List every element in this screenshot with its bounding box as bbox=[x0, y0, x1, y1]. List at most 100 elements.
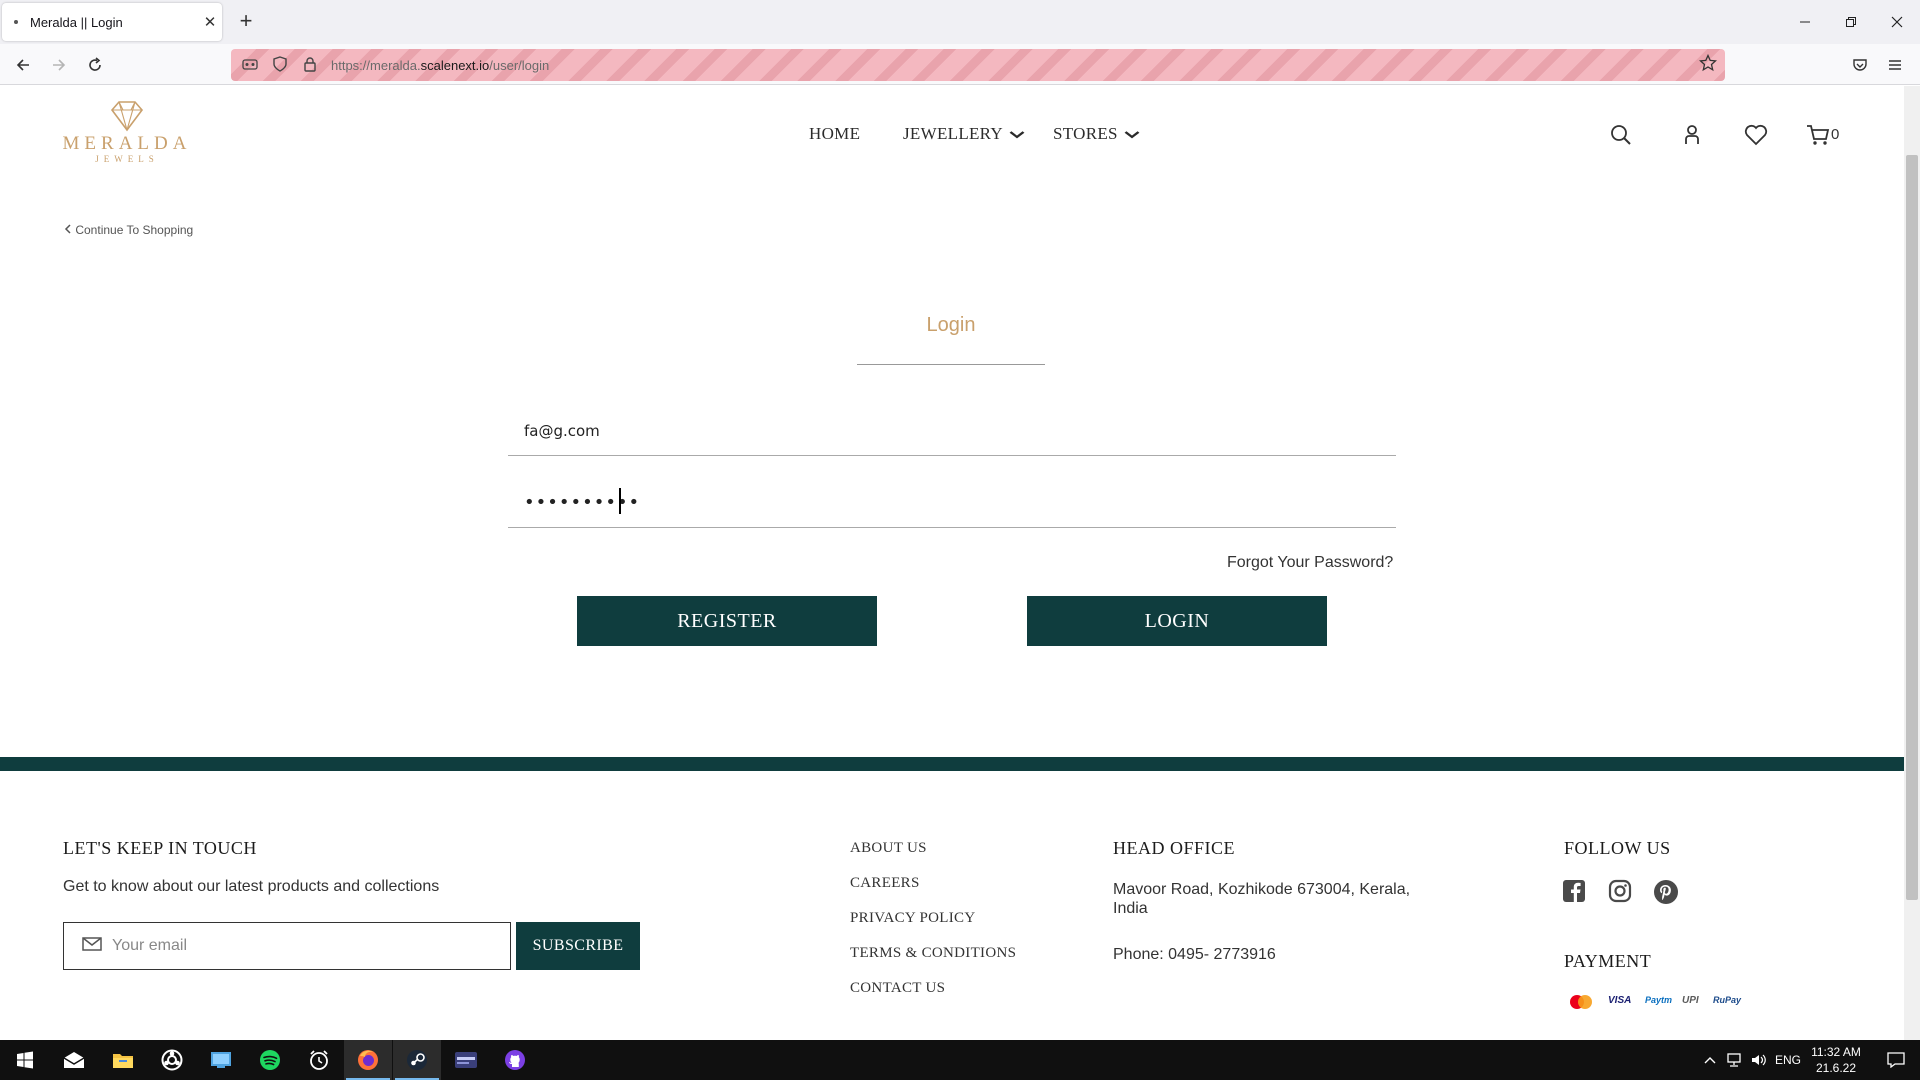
instagram-icon[interactable] bbox=[1608, 879, 1634, 905]
restore-icon[interactable] bbox=[1828, 0, 1874, 44]
register-button[interactable]: REGISTER bbox=[577, 596, 877, 646]
head-office-phone: Phone: 0495- 2773916 bbox=[1113, 946, 1276, 963]
url-prefix: https://meralda. bbox=[331, 57, 421, 73]
chevron-up-icon[interactable] bbox=[1700, 1040, 1720, 1080]
newsletter-email-field[interactable] bbox=[63, 922, 511, 970]
search-icon[interactable] bbox=[1610, 124, 1632, 151]
reload-icon[interactable] bbox=[80, 50, 110, 80]
nav-home[interactable]: HOME bbox=[809, 124, 860, 144]
chevron-down-icon bbox=[1124, 128, 1140, 143]
tab-title: Meralda || Login bbox=[30, 14, 123, 30]
address-bar[interactable]: https://meralda.scalenext.io/user/login bbox=[231, 49, 1725, 81]
bookmark-star-icon[interactable] bbox=[1698, 53, 1718, 77]
steam-icon[interactable] bbox=[393, 1040, 441, 1080]
clock-time: 11:32 AM bbox=[1811, 1045, 1861, 1059]
volume-icon[interactable] bbox=[1748, 1040, 1770, 1080]
remote-desktop-icon[interactable] bbox=[197, 1040, 245, 1080]
clock-date: 21.6.22 bbox=[1815, 1061, 1857, 1075]
url-text[interactable]: https://meralda.scalenext.io/user/login bbox=[331, 58, 549, 73]
upi-logo: UPI bbox=[1682, 995, 1699, 1006]
follow-us-heading: FOLLOW US bbox=[1564, 838, 1671, 858]
window-close-icon[interactable] bbox=[1874, 0, 1920, 44]
windows-taskbar: ENG 11:32 AM 21.6.22 bbox=[0, 1040, 1920, 1080]
menu-icon[interactable] bbox=[1880, 50, 1910, 80]
footer-band bbox=[0, 757, 1904, 771]
nav-home-label: HOME bbox=[809, 124, 861, 143]
url-path: /user/login bbox=[489, 57, 550, 73]
pinterest-icon[interactable] bbox=[1653, 879, 1679, 905]
password-field[interactable] bbox=[508, 478, 1396, 528]
back-icon[interactable] bbox=[8, 50, 38, 80]
nav-jewellery-label: JEWELLERY bbox=[903, 124, 1003, 143]
facebook-icon[interactable] bbox=[1562, 879, 1588, 905]
text-caret bbox=[619, 488, 621, 514]
footer-link-terms[interactable]: TERMS & CONDITIONS bbox=[850, 945, 1016, 962]
forward-icon[interactable] bbox=[44, 50, 74, 80]
tracking-icon[interactable] bbox=[239, 57, 261, 74]
browser-tab-bar: Meralda || Login ✕ + bbox=[0, 0, 1920, 44]
newsletter-email-input[interactable] bbox=[112, 937, 510, 955]
login-button[interactable]: LOGIN bbox=[1027, 596, 1327, 646]
continue-shopping-label: Continue To Shopping bbox=[75, 223, 194, 237]
diamond-logo-icon bbox=[110, 101, 144, 132]
terminal-app-icon[interactable] bbox=[442, 1040, 490, 1080]
browser-tab[interactable]: Meralda || Login ✕ bbox=[2, 3, 222, 41]
minimize-icon[interactable] bbox=[1782, 0, 1828, 44]
paytm-logo: Paytm bbox=[1645, 995, 1673, 1005]
head-office-address: Mavoor Road, Kozhikode 673004, Kerala, I… bbox=[1113, 881, 1411, 917]
mail-icon bbox=[82, 936, 102, 957]
cart-count: 0 bbox=[1831, 126, 1840, 143]
alarm-clock-icon[interactable] bbox=[295, 1040, 343, 1080]
keep-in-touch-heading: LET'S KEEP IN TOUCH bbox=[63, 838, 257, 858]
shield-icon[interactable] bbox=[269, 55, 291, 75]
wishlist-heart-icon[interactable] bbox=[1744, 124, 1768, 151]
visa-logo: VISA bbox=[1608, 995, 1632, 1006]
continue-shopping-link[interactable]: Continue To Shopping bbox=[64, 223, 193, 237]
tab-favicon bbox=[14, 20, 18, 24]
notification-center-icon[interactable] bbox=[1876, 1040, 1916, 1080]
head-office-heading: HEAD OFFICE bbox=[1113, 838, 1236, 858]
chevron-left-icon bbox=[64, 224, 71, 234]
payment-heading: PAYMENT bbox=[1564, 951, 1652, 971]
spotify-icon[interactable] bbox=[246, 1040, 294, 1080]
obs-icon[interactable] bbox=[148, 1040, 196, 1080]
windows-start-icon[interactable] bbox=[1, 1040, 49, 1080]
nav-jewellery[interactable]: JEWELLERY bbox=[903, 124, 1025, 144]
tab-close-icon[interactable]: ✕ bbox=[198, 13, 222, 31]
github-desktop-icon[interactable] bbox=[491, 1040, 539, 1080]
login-title: Login bbox=[926, 314, 976, 336]
url-domain: scalenext.io bbox=[420, 57, 490, 73]
lock-icon[interactable] bbox=[299, 56, 321, 75]
mail-app-icon[interactable] bbox=[50, 1040, 98, 1080]
language-indicator[interactable]: ENG bbox=[1772, 1040, 1804, 1080]
browser-toolbar: https://meralda.scalenext.io/user/login bbox=[0, 44, 1920, 85]
forgot-password-link[interactable]: Forgot Your Password? bbox=[1227, 554, 1393, 572]
page-scrollbar-thumb[interactable] bbox=[1906, 155, 1918, 900]
footer-link-about[interactable]: ABOUT US bbox=[850, 840, 927, 857]
footer-link-privacy[interactable]: PRIVACY POLICY bbox=[850, 910, 975, 927]
keep-in-touch-text: Get to know about our latest products an… bbox=[63, 878, 440, 895]
rupay-logo: RuPay bbox=[1713, 995, 1742, 1005]
new-tab-button[interactable]: + bbox=[232, 8, 260, 36]
taskbar-clock[interactable]: 11:32 AM 21.6.22 bbox=[1806, 1044, 1866, 1076]
password-input[interactable] bbox=[508, 478, 1396, 527]
network-icon[interactable] bbox=[1723, 1040, 1745, 1080]
cart-icon[interactable] bbox=[1806, 124, 1830, 151]
user-icon[interactable] bbox=[1682, 124, 1702, 151]
logo-sub: JEWELS bbox=[95, 154, 159, 164]
logo-name: MERALDA bbox=[62, 133, 192, 154]
mastercard-icon bbox=[1568, 994, 1594, 1013]
footer-link-contact[interactable]: CONTACT US bbox=[850, 980, 945, 997]
footer-link-careers[interactable]: CAREERS bbox=[850, 875, 920, 892]
nav-stores-label: STORES bbox=[1053, 124, 1118, 143]
subscribe-button[interactable]: SUBSCRIBE bbox=[516, 922, 640, 970]
email-input[interactable] bbox=[508, 406, 1396, 455]
nav-stores[interactable]: STORES bbox=[1053, 124, 1140, 144]
firefox-icon[interactable] bbox=[344, 1040, 392, 1080]
site-logo[interactable]: MERALDA JEWELS bbox=[62, 100, 192, 175]
email-field[interactable] bbox=[508, 406, 1396, 456]
login-title-underline bbox=[857, 364, 1045, 365]
chevron-down-icon bbox=[1009, 128, 1025, 143]
file-explorer-icon[interactable] bbox=[99, 1040, 147, 1080]
pocket-icon[interactable] bbox=[1845, 50, 1875, 80]
